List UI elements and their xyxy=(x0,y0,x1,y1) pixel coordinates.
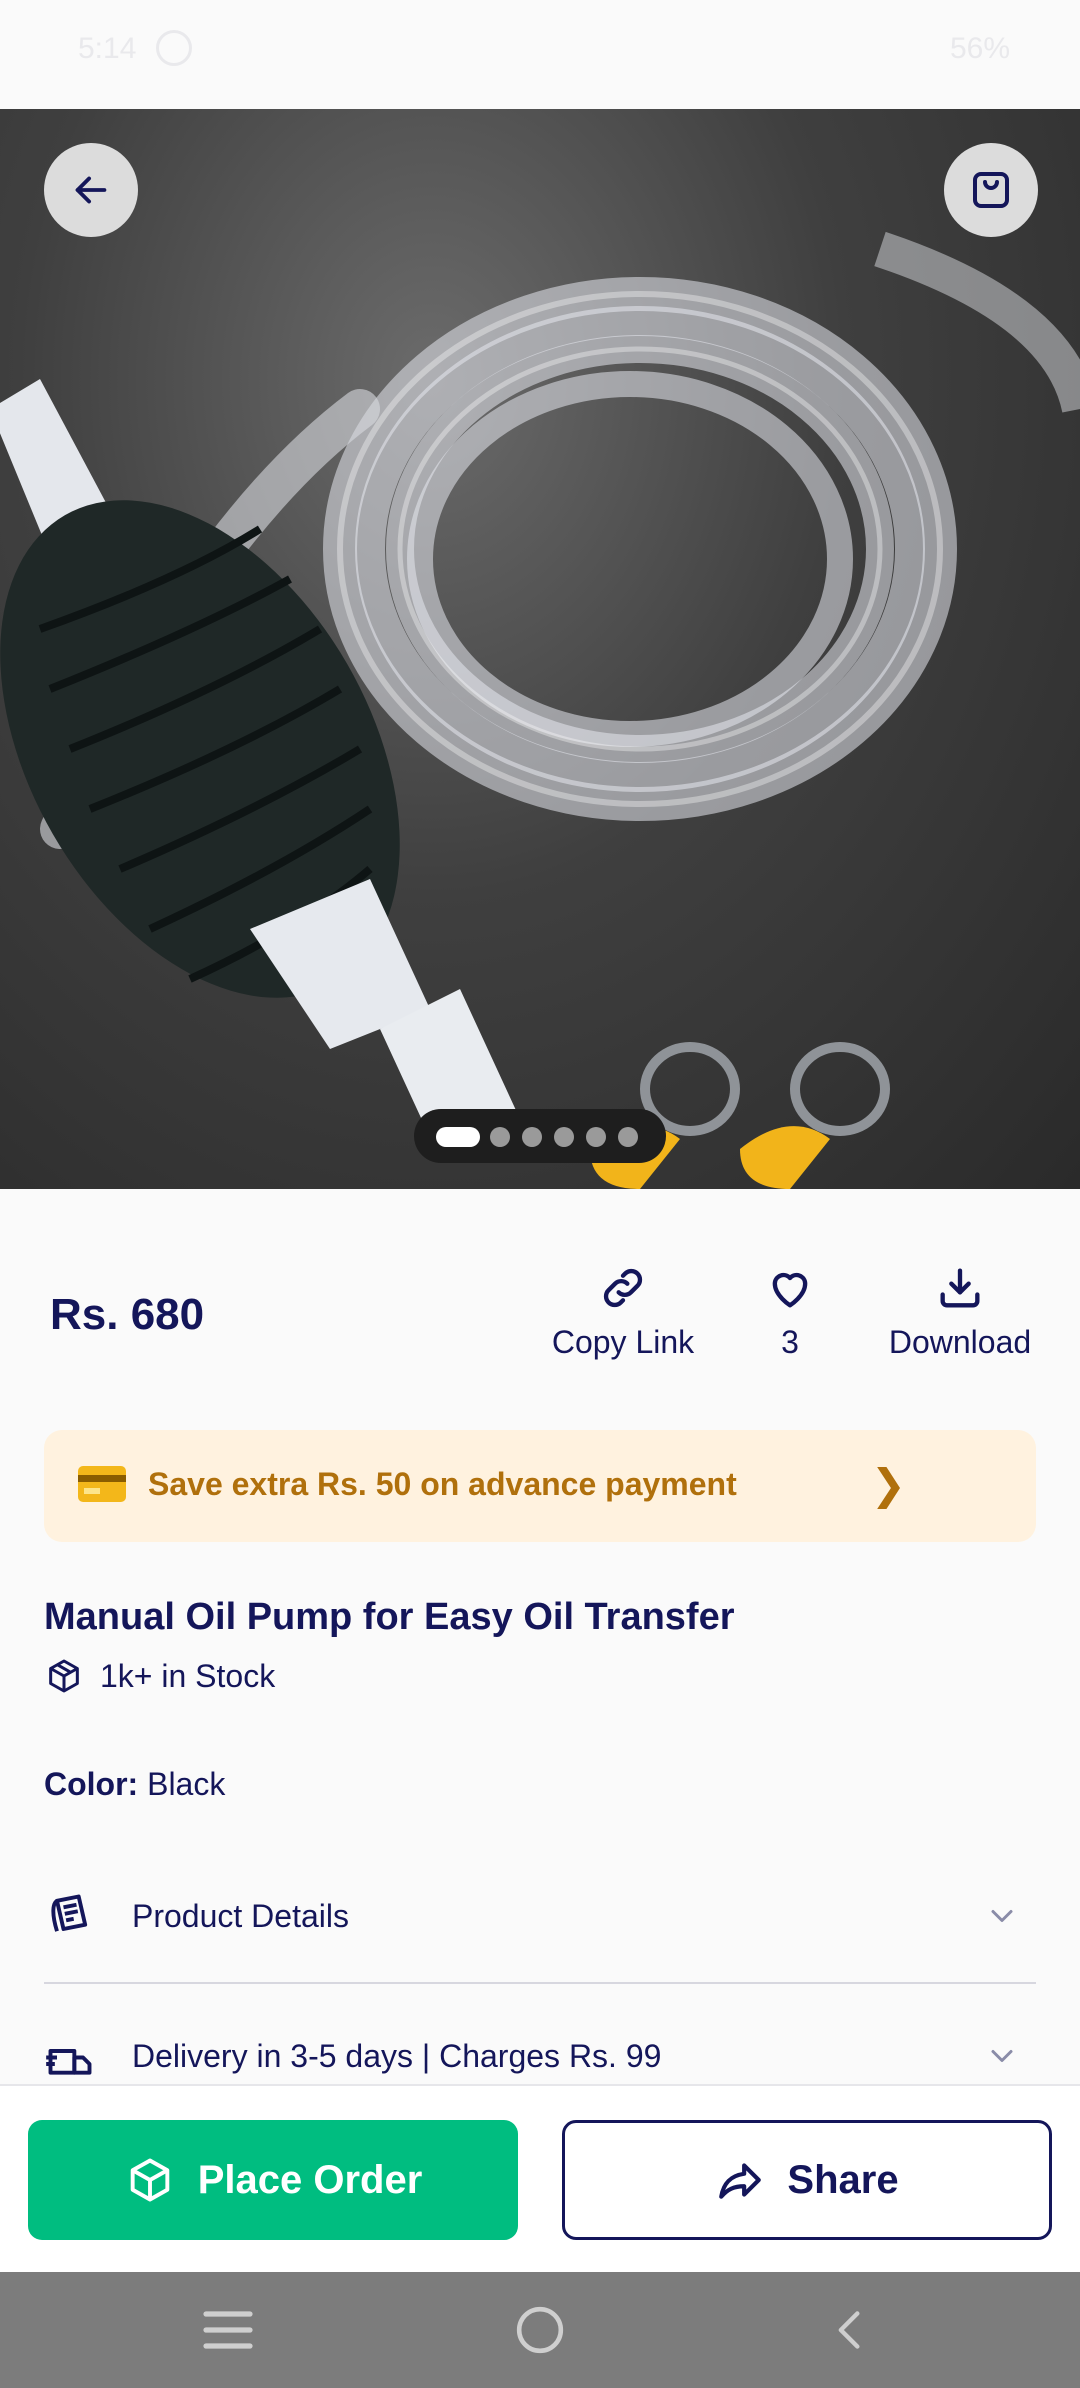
link-icon xyxy=(603,1268,643,1308)
home-button[interactable] xyxy=(510,2302,570,2358)
copy-link-button[interactable]: Copy Link xyxy=(548,1262,698,1361)
chevron-down-icon xyxy=(991,1910,1013,1922)
product-title: Manual Oil Pump for Easy Oil Transfer xyxy=(44,1596,735,1638)
system-nav-bar xyxy=(0,2272,1080,2388)
like-button[interactable]: 3 xyxy=(750,1262,830,1361)
carousel-dot[interactable] xyxy=(436,1127,480,1147)
product-image xyxy=(0,231,1080,1189)
home-circle-icon xyxy=(516,2306,564,2354)
carousel-dot[interactable] xyxy=(490,1127,510,1147)
heart-icon xyxy=(772,1272,808,1308)
stock-label: 1k+ in Stock xyxy=(100,1657,276,1694)
copy-link-label: Copy Link xyxy=(551,1324,695,1360)
bottom-action-bar: Place Order Share xyxy=(0,2084,1080,2272)
promo-text: Save extra Rs. 50 on advance payment xyxy=(148,1466,737,1502)
battery-level: 56% xyxy=(949,32,1010,65)
carousel-dot[interactable] xyxy=(554,1127,574,1147)
download-button[interactable]: Download xyxy=(880,1262,1040,1361)
share-button[interactable]: Share xyxy=(562,2120,1052,2240)
share-label: Share xyxy=(787,2157,899,2202)
place-order-label: Place Order xyxy=(197,2157,423,2202)
product-details-label: Product Details xyxy=(132,1897,349,1934)
product-details-row[interactable]: Product Details xyxy=(44,1876,1036,1956)
notification-icon xyxy=(156,30,192,66)
delivery-row[interactable]: Delivery in 3-5 days | Charges Rs. 99 xyxy=(44,2034,1036,2084)
status-bar: 5:14 56% xyxy=(0,0,1080,109)
delivery-label: Delivery in 3-5 days | Charges Rs. 99 xyxy=(132,2038,662,2074)
chevron-down-icon xyxy=(991,2050,1013,2062)
carousel-indicator xyxy=(414,1109,666,1163)
chevron-right-icon: ❯ xyxy=(870,1461,906,1508)
stock-status: 1k+ in Stock xyxy=(44,1656,275,1696)
chevron-left-icon xyxy=(838,2311,860,2349)
cart-button[interactable] xyxy=(944,143,1038,237)
carousel-dot[interactable] xyxy=(586,1127,606,1147)
color-value: Black xyxy=(147,1766,226,1802)
back-button[interactable] xyxy=(44,143,138,237)
document-icon xyxy=(51,1894,88,1932)
truck-icon xyxy=(46,2049,92,2075)
download-icon xyxy=(940,1268,980,1308)
color-label: Color: xyxy=(44,1766,139,1802)
credit-card-icon xyxy=(78,1466,126,1502)
package-icon xyxy=(130,2158,169,2202)
share-arrow-icon xyxy=(719,2163,762,2199)
product-price: Rs. 680 xyxy=(50,1290,205,1339)
carousel-dot[interactable] xyxy=(618,1127,638,1147)
menu-icon xyxy=(203,2311,253,2349)
carousel-dot[interactable] xyxy=(522,1127,542,1147)
download-label: Download xyxy=(888,1324,1032,1360)
color-info: Color: Black xyxy=(44,1766,225,1803)
divider xyxy=(44,1982,1036,1984)
box-icon xyxy=(49,1659,79,1693)
shopping-bag-icon xyxy=(973,172,1009,208)
place-order-button[interactable]: Place Order xyxy=(28,2120,518,2240)
status-time: 5:14 xyxy=(78,32,137,65)
advance-payment-banner[interactable]: Save extra Rs. 50 on advance payment ❯ xyxy=(44,1430,1036,1542)
recent-apps-button[interactable] xyxy=(198,2302,258,2358)
like-count: 3 xyxy=(781,1324,799,1360)
product-image-carousel[interactable] xyxy=(0,109,1080,1189)
system-back-button[interactable] xyxy=(820,2302,880,2358)
arrow-left-icon xyxy=(75,176,107,204)
